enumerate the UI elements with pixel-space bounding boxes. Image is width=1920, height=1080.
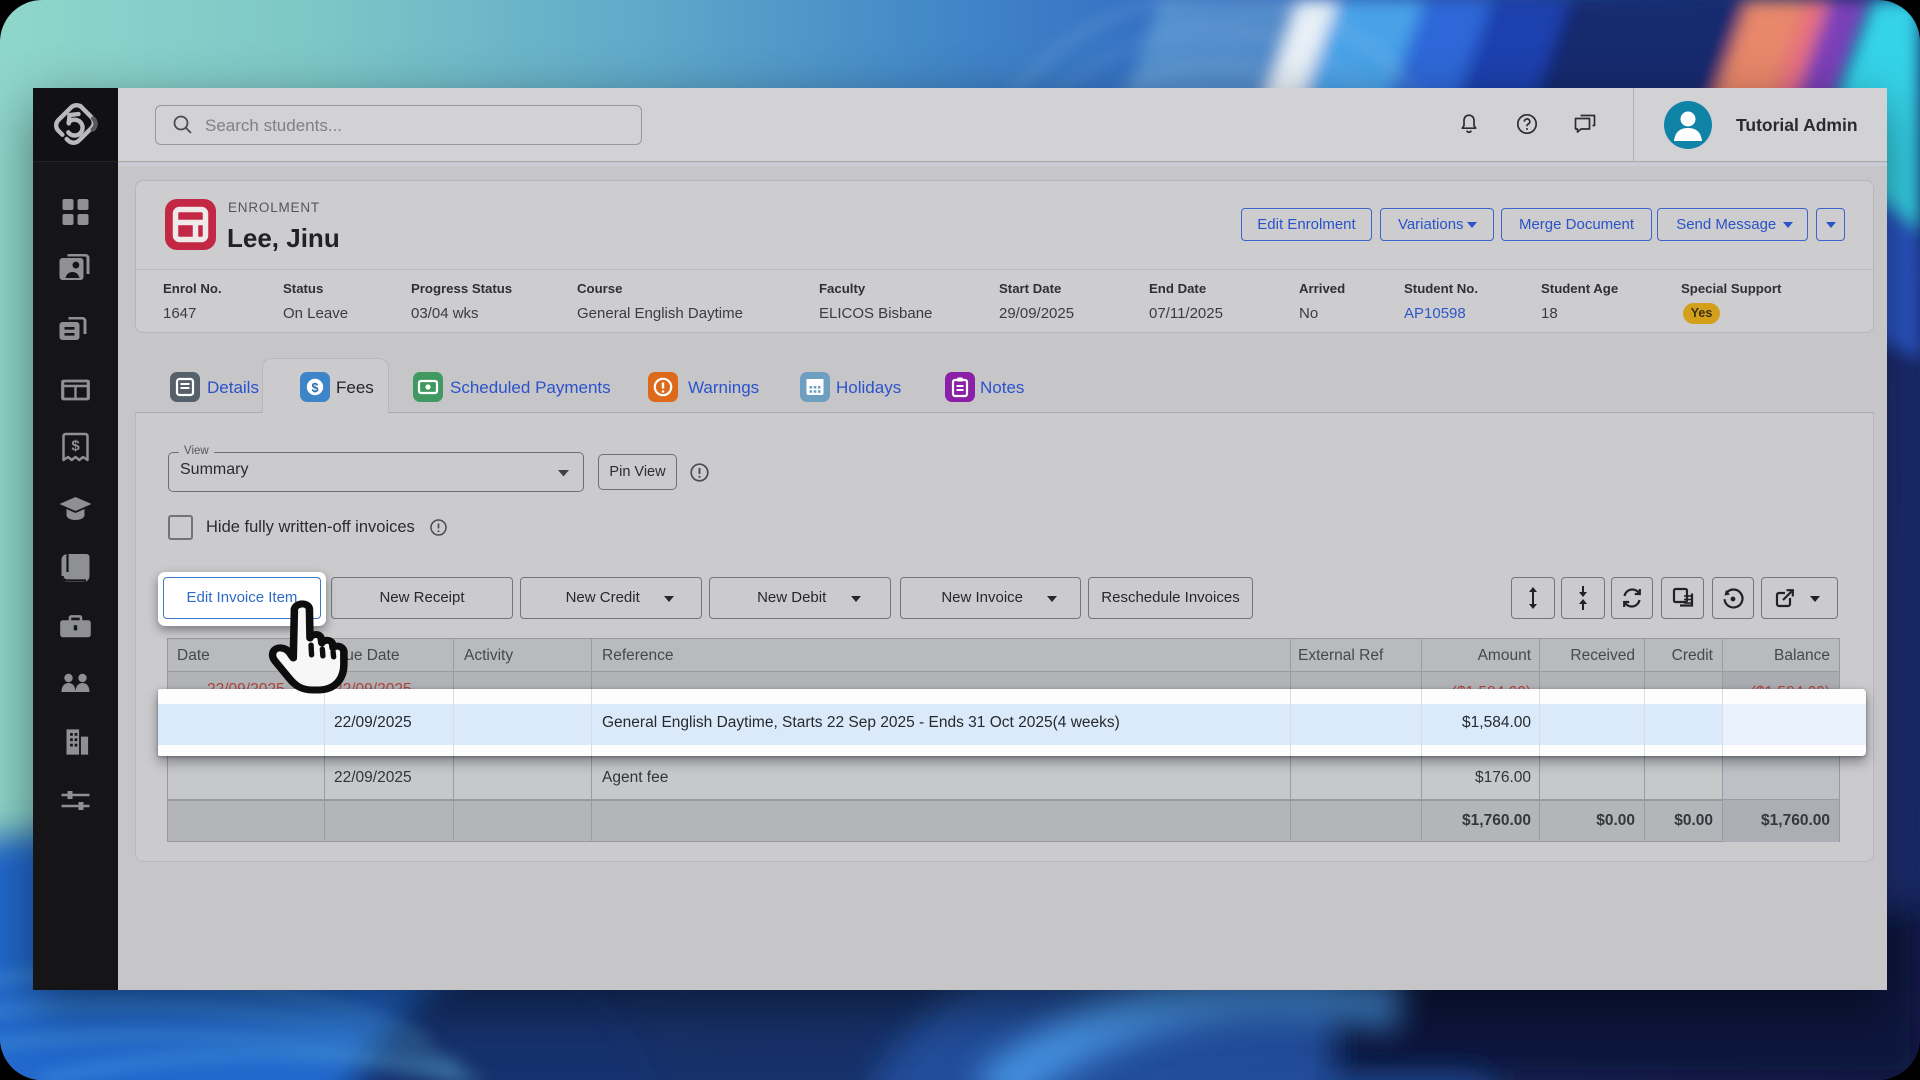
svg-text:$: $ [71, 438, 80, 455]
svg-text:$: $ [312, 381, 319, 395]
